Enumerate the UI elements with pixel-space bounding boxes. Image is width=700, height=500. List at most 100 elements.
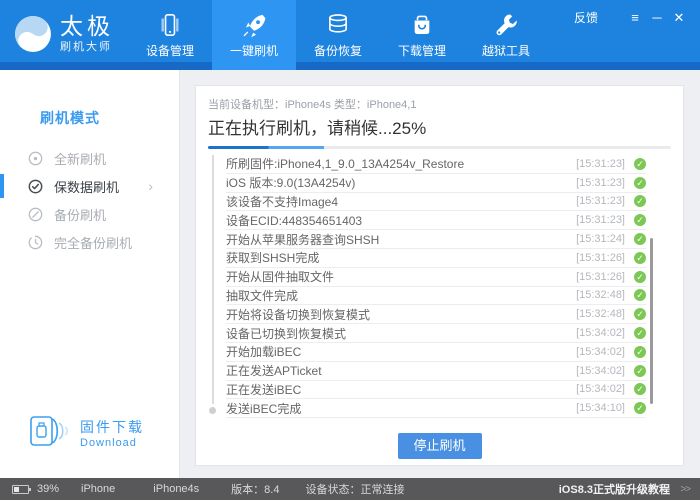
log-message: 开始从固件抽取文件: [226, 268, 561, 285]
log-timeline-dot: [209, 407, 216, 414]
log-row: 开始从固件抽取文件 [15:31:26]: [226, 268, 646, 287]
log-timestamp: [15:32:48]: [561, 308, 625, 320]
success-check-icon: [634, 327, 646, 339]
success-check-icon: [634, 346, 646, 358]
tab-label: 下载管理: [398, 42, 446, 59]
log-message: 发送iBEC完成: [226, 400, 561, 417]
success-check-icon: [634, 271, 646, 283]
success-check-icon: [634, 233, 646, 245]
clock-circle-icon: [28, 235, 43, 250]
pencil-circle-icon: [28, 207, 43, 222]
tab-label: 越狱工具: [482, 42, 530, 59]
battery-icon: [12, 485, 29, 494]
sidebar-item-label: 完全备份刷机: [54, 233, 132, 252]
firmware-download-link[interactable]: 固件下载 Download: [26, 412, 144, 454]
stop-flash-button[interactable]: 停止刷机: [398, 433, 482, 459]
success-check-icon: [634, 365, 646, 377]
log-row: 开始从苹果服务器查询SHSH [15:31:24]: [226, 230, 646, 249]
menu-icon[interactable]: ≡: [624, 10, 646, 26]
log-row: 正在发送iBEC [15:34:02]: [226, 381, 646, 400]
log-timestamp: [15:31:26]: [561, 271, 625, 283]
tab-backup-restore[interactable]: 备份恢复: [296, 0, 380, 70]
log-scrollbar-thumb[interactable]: [650, 238, 653, 404]
log-timestamp: [15:31:23]: [561, 195, 625, 207]
log-message: 获取到SHSH完成: [226, 249, 561, 266]
log-row: 正在发送APTicket [15:34:02]: [226, 362, 646, 381]
sidebar-item-fresh-flash[interactable]: 全新刷机: [0, 144, 179, 172]
taiji-yinyang-icon: [14, 15, 52, 53]
tab-label: 备份恢复: [314, 42, 362, 59]
success-check-icon: [634, 308, 646, 320]
brand-name: 太极: [60, 14, 114, 38]
target-circle-icon: [28, 151, 43, 166]
firmware-download-text: 固件下载 Download: [80, 417, 144, 449]
sidebar-item-full-backup-flash[interactable]: 完全备份刷机: [0, 228, 179, 256]
log-timestamp: [15:31:23]: [561, 177, 625, 189]
tab-one-click-flash[interactable]: 一键刷机: [212, 0, 296, 70]
log-row: 所刷固件:iPhone4,1_9.0_13A4254v_Restore [15:…: [226, 155, 646, 174]
main-content: 当前设备机型：iPhone4s 类型：iPhone4,1 正在执行刷机，请稍候.…: [181, 70, 700, 478]
download-manager-icon: [409, 12, 435, 38]
success-check-icon: [634, 195, 646, 207]
tab-device-manager[interactable]: 设备管理: [128, 0, 212, 70]
log-message: 正在发送iBEC: [226, 381, 561, 398]
double-arrow-icon[interactable]: >>: [680, 484, 690, 495]
log-message: 该设备不支持Image4: [226, 193, 561, 210]
log-message: 开始加载iBEC: [226, 343, 561, 360]
flash-log: 所刷固件:iPhone4,1_9.0_13A4254v_Restore [15:…: [196, 155, 683, 418]
sidebar-item-label: 保数据刷机: [54, 177, 119, 196]
log-timestamp: [15:34:02]: [561, 383, 625, 395]
log-row: iOS 版本:9.0(13A4254v) [15:31:23]: [226, 174, 646, 193]
minimize-icon[interactable]: ─: [646, 10, 668, 26]
log-message: 开始从苹果服务器查询SHSH: [226, 231, 561, 248]
log-row: 抽取文件完成 [15:32:48]: [226, 287, 646, 306]
log-row: 该设备不支持Image4 [15:31:23]: [226, 193, 646, 212]
log-timestamp: [15:34:02]: [561, 327, 625, 339]
flash-status-title: 正在执行刷机，请稍候...25%: [208, 114, 683, 139]
window-controls: 反馈 ≡ ─ ✕: [574, 9, 690, 26]
sidebar-item-label: 备份刷机: [54, 205, 106, 224]
connection-status: 设备状态：正常连接: [305, 481, 404, 497]
log-timestamp: [15:31:23]: [561, 158, 625, 170]
log-message: 正在发送APTicket: [226, 362, 561, 379]
success-check-icon: [634, 214, 646, 226]
success-check-icon: [634, 402, 646, 414]
tab-label: 设备管理: [146, 42, 194, 59]
sidebar-item-label: 全新刷机: [54, 149, 106, 168]
stop-button-row: 停止刷机: [196, 433, 683, 459]
tutorial-link[interactable]: iOS8.3正式版升级教程: [559, 481, 670, 497]
top-header: 太极 刷机大师 设备管理: [0, 0, 700, 70]
sidebar: 刷机模式 全新刷机 保数据刷机 › 备份刷机 完全备份刷机: [0, 70, 180, 478]
log-timestamp: [15:34:02]: [561, 346, 625, 358]
close-icon[interactable]: ✕: [668, 10, 690, 26]
success-check-icon: [634, 252, 646, 264]
status-bar: 39% iPhone iPhone4s 版本：8.4 设备状态：正常连接 iOS…: [0, 478, 700, 500]
log-timeline-line: [212, 155, 214, 404]
log-timestamp: [15:31:24]: [561, 233, 625, 245]
tab-jailbreak-tools[interactable]: 越狱工具: [464, 0, 548, 70]
sidebar-item-backup-flash[interactable]: 备份刷机: [0, 200, 179, 228]
success-check-icon: [634, 177, 646, 189]
flash-progress-card: 当前设备机型：iPhone4s 类型：iPhone4,1 正在执行刷机，请稍候.…: [195, 85, 684, 466]
log-row: 发送iBEC完成 [15:34:10]: [226, 399, 646, 418]
progress-bar-fill: [208, 146, 324, 149]
one-click-flash-icon: [241, 12, 267, 38]
log-timestamp: [15:31:23]: [561, 214, 625, 226]
feedback-link[interactable]: 反馈: [574, 9, 598, 26]
chevron-right-icon: ›: [148, 178, 153, 194]
log-timestamp: [15:34:02]: [561, 365, 625, 377]
current-device-info: 当前设备机型：iPhone4s 类型：iPhone4,1: [208, 96, 683, 112]
sidebar-item-keep-data-flash[interactable]: 保数据刷机 ›: [0, 172, 179, 200]
log-row: 设备ECID:448354651403 [15:31:23]: [226, 211, 646, 230]
firmware-download-sublabel: Download: [80, 437, 144, 449]
brand-text: 太极 刷机大师: [60, 14, 114, 54]
log-timestamp: [15:31:26]: [561, 252, 625, 264]
log-message: 抽取文件完成: [226, 287, 561, 304]
log-message: 开始将设备切换到恢复模式: [226, 306, 561, 323]
log-message: 设备已切换到恢复模式: [226, 325, 561, 342]
app-window: 太极 刷机大师 设备管理: [0, 0, 700, 500]
tab-download-manager[interactable]: 下载管理: [380, 0, 464, 70]
tab-label: 一键刷机: [230, 42, 278, 59]
main-nav: 设备管理 一键刷机 备份恢复: [128, 0, 548, 70]
brand-subtitle: 刷机大师: [60, 38, 114, 54]
